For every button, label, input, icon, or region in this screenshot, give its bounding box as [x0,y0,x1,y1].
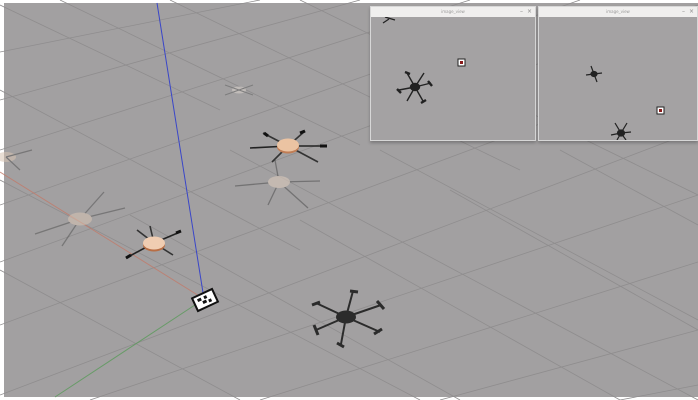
camera-feed-2 [539,17,697,140]
close-button[interactable]: × [527,7,532,17]
camera-feed-1 [371,17,535,140]
camera-window-title: image_view [441,9,465,14]
minimize-button[interactable]: – [520,7,523,17]
camera-window-1[interactable]: image_view – × [370,6,536,141]
camera-window-title: image_view [606,9,630,14]
close-button[interactable]: × [689,7,694,17]
camera-window-2[interactable]: image_view – × [538,6,698,141]
minimize-button[interactable]: – [682,7,685,17]
gazebo-viewport[interactable]: image_view – × image_view – × [0,0,698,400]
